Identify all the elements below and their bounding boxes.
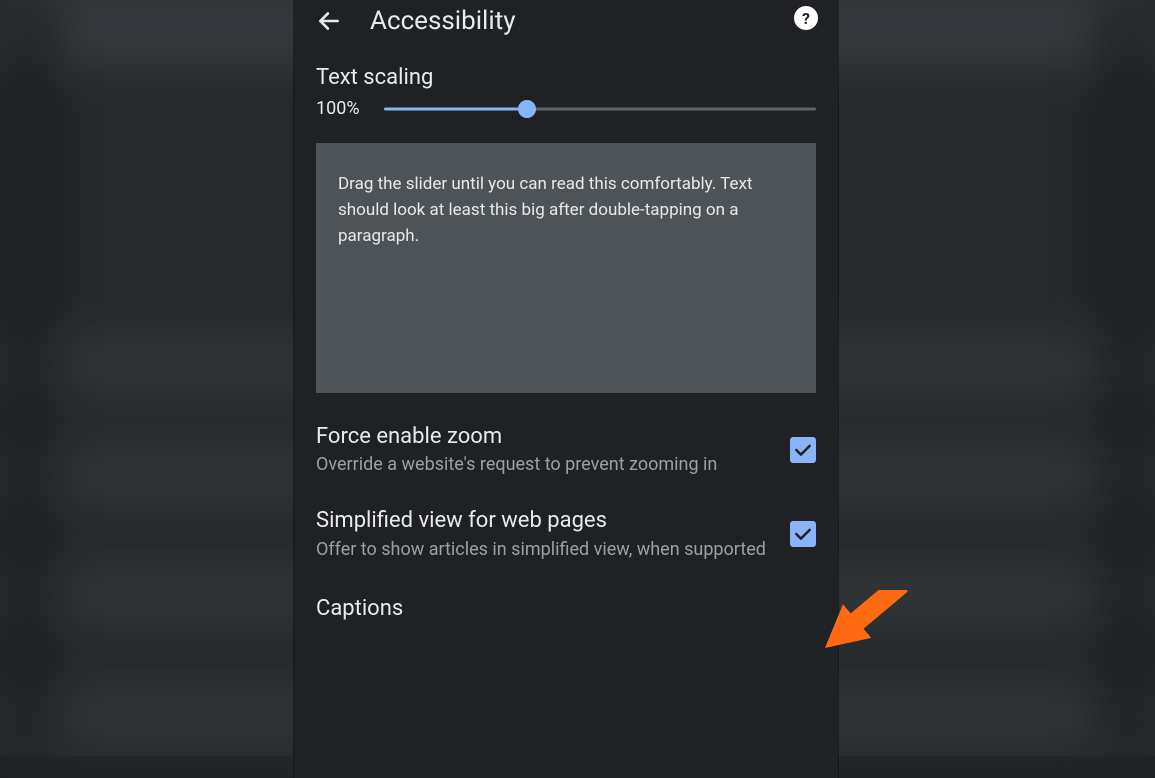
- text-scaling-section: Text scaling 100%: [294, 56, 838, 121]
- simplified-view-checkbox[interactable]: [790, 521, 816, 547]
- header: Accessibility ?: [294, 0, 838, 56]
- text-scaling-preview: Drag the slider until you can read this …: [316, 143, 816, 393]
- slider-thumb-icon[interactable]: [518, 100, 536, 118]
- text-scaling-label: Text scaling: [316, 64, 816, 93]
- back-arrow-icon[interactable]: [316, 8, 342, 34]
- settings-panel: Accessibility ? Text scaling 100% Drag t…: [294, 0, 838, 778]
- page-title: Accessibility: [370, 6, 516, 36]
- force-zoom-checkbox[interactable]: [790, 437, 816, 463]
- force-zoom-title: Force enable zoom: [316, 423, 774, 452]
- captions-title: Captions: [316, 596, 403, 621]
- text-scaling-slider[interactable]: [384, 97, 816, 121]
- captions-row[interactable]: Captions: [294, 562, 838, 621]
- help-icon[interactable]: ?: [794, 6, 818, 30]
- text-scaling-value: 100%: [316, 98, 366, 119]
- force-enable-zoom-row[interactable]: Force enable zoom Override a website's r…: [294, 393, 838, 478]
- simplified-view-row[interactable]: Simplified view for web pages Offer to s…: [294, 477, 838, 562]
- simplified-view-subtitle: Offer to show articles in simplified vie…: [316, 538, 774, 562]
- preview-text: Drag the slider until you can read this …: [338, 171, 794, 250]
- simplified-view-title: Simplified view for web pages: [316, 507, 774, 536]
- force-zoom-subtitle: Override a website's request to prevent …: [316, 453, 774, 477]
